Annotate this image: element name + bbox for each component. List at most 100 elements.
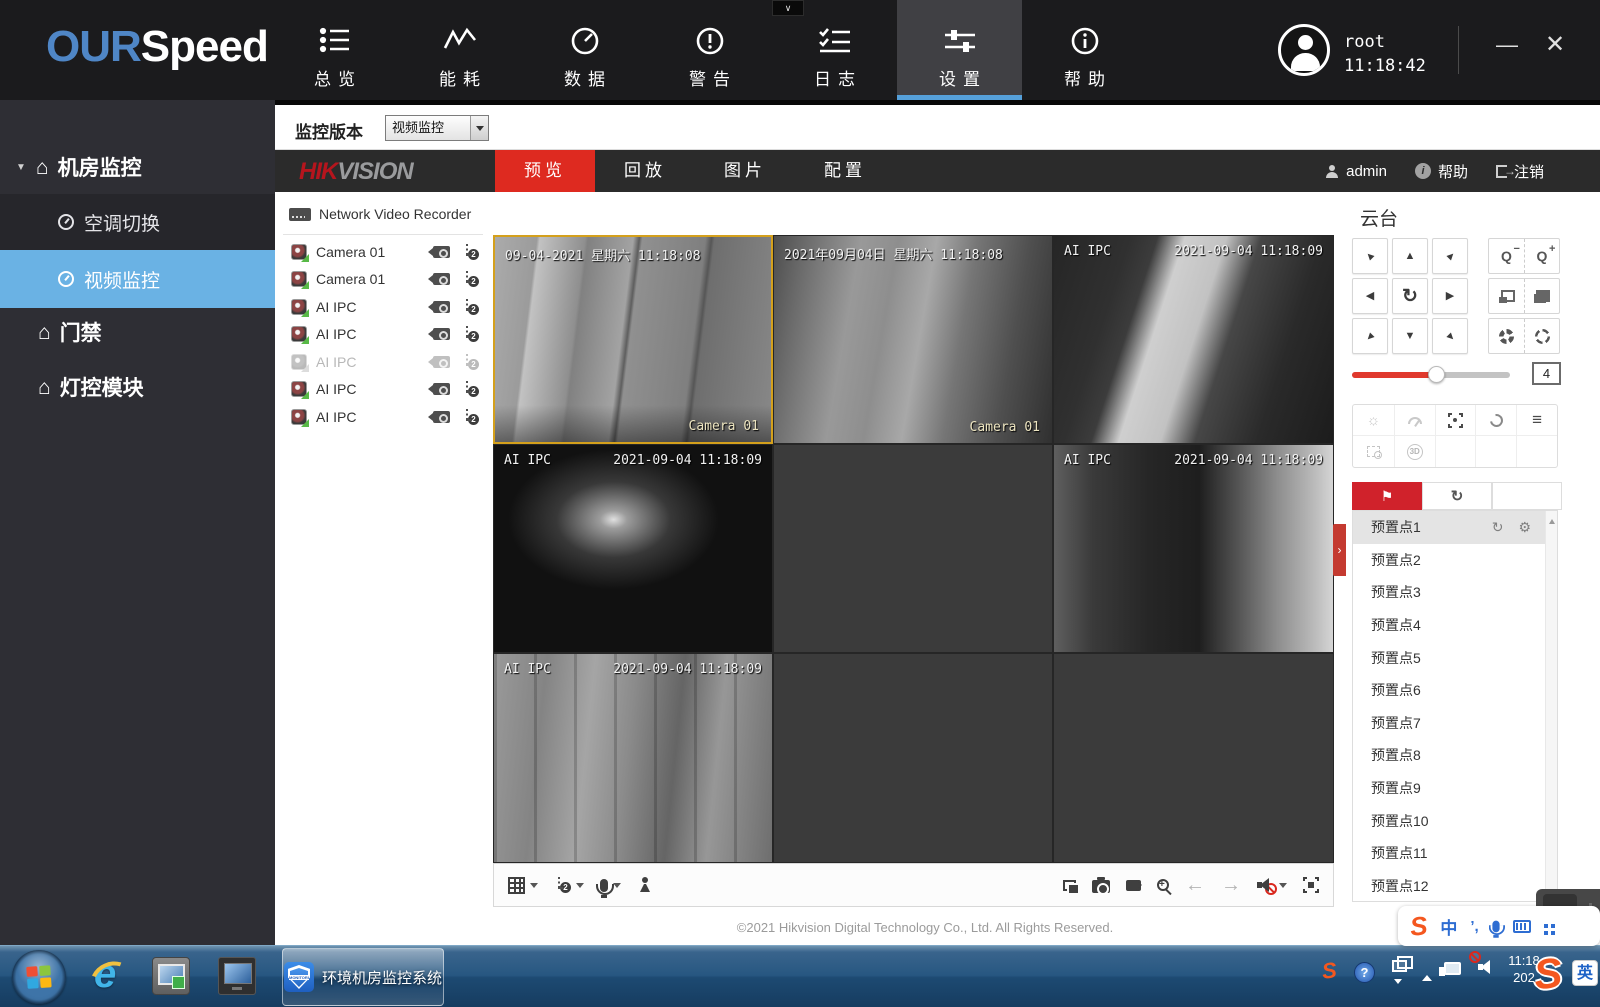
logout-menu-item[interactable]: 注销	[1496, 161, 1544, 182]
iris-close-button[interactable]	[1489, 319, 1524, 353]
sidebar-item-access-control[interactable]: ⌂ 门禁	[0, 310, 275, 354]
stream-type-icon[interactable]: 2	[462, 354, 479, 370]
record-button[interactable]	[1126, 880, 1141, 891]
stream-type-icon[interactable]: 2	[462, 381, 479, 397]
broadcast-button[interactable]	[637, 877, 653, 893]
camera-list-item[interactable]: AI IPC 2	[275, 403, 493, 431]
toolbar-reveal-caret[interactable]: ∨	[772, 0, 804, 16]
video-cell-5-empty[interactable]	[773, 444, 1053, 653]
next-page-button[interactable]: →	[1221, 875, 1241, 895]
dropdown-arrow-icon[interactable]	[613, 883, 621, 892]
tab-presets[interactable]: ⚑	[1352, 482, 1422, 510]
tab-patrol[interactable]: ↻	[1422, 482, 1492, 510]
digital-zoom-button[interactable]	[1157, 879, 1169, 891]
camera-list-item[interactable]: AI IPC 2	[275, 293, 493, 321]
ime-language-toggle[interactable]: 中	[1440, 914, 1457, 939]
sogou-overlay-icon[interactable]: S	[1532, 949, 1565, 1000]
slider-thumb[interactable]	[1428, 366, 1445, 383]
window-restore-tray-icon[interactable]	[1392, 960, 1407, 972]
ptz-up-right-button[interactable]: ▲	[1432, 238, 1468, 274]
sidebar-item-video-monitoring[interactable]: 视频监控	[0, 250, 275, 308]
tab-pattern[interactable]	[1492, 482, 1562, 510]
sogou-logo-icon[interactable]: S	[1409, 912, 1429, 940]
sidebar-item-light-control[interactable]: ⌂ 灯控模块	[0, 365, 275, 409]
video-cell-3[interactable]: AI IPC 2021-09-04 11:18:09	[1053, 235, 1334, 444]
preset-item[interactable]: 预置点9	[1353, 772, 1557, 805]
stream-type-icon[interactable]: 2	[462, 409, 479, 425]
nav-item-energy[interactable]: 能耗	[397, 0, 522, 100]
preset-item[interactable]: 预置点2	[1353, 544, 1557, 577]
tray-dropdown-arrow-icon[interactable]	[1394, 979, 1402, 988]
tab-picture[interactable]: 图片	[695, 150, 795, 192]
ptz-down-left-button[interactable]: ▲	[1352, 318, 1388, 354]
taskbar-app-button[interactable]: MONITORING 环境机房监控系统	[282, 948, 444, 1006]
media-viewer-taskbar-icon[interactable]	[152, 957, 190, 995]
minimize-button[interactable]: —	[1488, 32, 1526, 64]
preset-item[interactable]: 预置点5	[1353, 641, 1557, 674]
ptz-left-button[interactable]: ◀	[1352, 278, 1388, 314]
previous-page-button[interactable]: ←	[1185, 875, 1205, 895]
nav-item-help[interactable]: 帮助	[1022, 0, 1147, 100]
live-view-icon[interactable]	[433, 356, 450, 368]
fullscreen-button[interactable]	[1303, 877, 1319, 893]
video-cell-1-selected[interactable]: 09-04-2021 星期六 11:18:08 Camera 01	[493, 235, 773, 444]
tab-preview[interactable]: 预览	[495, 150, 595, 192]
wiper-button[interactable]	[1394, 405, 1435, 435]
zoom-in-button[interactable]: Q	[1524, 239, 1559, 273]
nav-item-settings[interactable]: 设置	[897, 0, 1022, 100]
preset-item[interactable]: 预置点4	[1353, 609, 1557, 642]
live-view-icon[interactable]	[433, 273, 450, 285]
camera-list-item[interactable]: Camera 01 2	[275, 238, 493, 266]
live-view-icon[interactable]	[433, 383, 450, 395]
ptz-down-right-button[interactable]: ▲	[1432, 318, 1468, 354]
close-button[interactable]: ✕	[1534, 30, 1576, 66]
stream-type-button[interactable]: 2	[554, 877, 584, 893]
focus-near-button[interactable]	[1489, 279, 1524, 313]
remote-desktop-taskbar-icon[interactable]	[218, 957, 256, 995]
video-cell-2[interactable]: 2021年09月04日 星期六 11:18:08 Camera 01	[773, 235, 1053, 444]
sidebar-item-ac-switch[interactable]: 空调切换	[0, 194, 275, 250]
live-view-icon[interactable]	[433, 411, 450, 423]
3d-zoom-button[interactable]	[1394, 436, 1435, 467]
start-button[interactable]	[12, 950, 66, 1004]
video-cell-7[interactable]: AI IPC 2021-09-04 11:18:09	[493, 653, 773, 863]
nav-item-data[interactable]: 数据	[522, 0, 647, 100]
ptz-right-button[interactable]: ▶	[1432, 278, 1468, 314]
nav-item-overview[interactable]: 总览	[272, 0, 397, 100]
focus-far-button[interactable]	[1524, 279, 1559, 313]
user-avatar[interactable]	[1278, 24, 1330, 76]
preset-item[interactable]: 预置点10	[1353, 804, 1557, 837]
ime-english-indicator[interactable]: 英	[1572, 960, 1598, 986]
help-menu-item[interactable]: i 帮助	[1415, 161, 1468, 182]
volume-button[interactable]	[1257, 878, 1287, 892]
preset-item[interactable]: 预置点1 ↻⚙	[1353, 511, 1557, 544]
lens-init-button[interactable]	[1475, 405, 1516, 435]
iris-open-button[interactable]	[1524, 319, 1559, 353]
stream-type-icon[interactable]: 2	[462, 326, 479, 342]
dropdown-arrow-icon[interactable]	[576, 883, 584, 892]
camera-list-item-offline[interactable]: AI IPC 2	[275, 348, 493, 376]
ime-more-grid-icon[interactable]	[1544, 924, 1548, 928]
device-tree-root[interactable]: Network Video Recorder	[289, 206, 471, 222]
ptz-up-button[interactable]: ▲	[1392, 238, 1428, 274]
preset-item[interactable]: 预置点11	[1353, 837, 1557, 870]
preset-item[interactable]: 预置点12	[1353, 870, 1557, 902]
stream-type-icon[interactable]: 2	[462, 244, 479, 260]
ime-microphone-icon[interactable]	[1492, 920, 1499, 932]
preset-item[interactable]: 预置点8	[1353, 739, 1557, 772]
menu-button[interactable]: ≡	[1516, 405, 1557, 435]
ptz-up-left-button[interactable]: ▲	[1352, 238, 1388, 274]
ime-keyboard-icon[interactable]	[1513, 920, 1531, 933]
video-cell-4[interactable]: AI IPC 2021-09-04 11:18:09	[493, 444, 773, 653]
show-hidden-icons-arrow[interactable]	[1422, 970, 1432, 981]
preset-scrollbar[interactable]	[1545, 511, 1557, 901]
preset-item[interactable]: 预置点3	[1353, 576, 1557, 609]
light-button[interactable]: ☼	[1353, 405, 1394, 435]
preset-item[interactable]: 预置点7	[1353, 707, 1557, 740]
zoom-out-button[interactable]: Q	[1489, 239, 1524, 273]
video-cell-9-empty[interactable]	[1053, 653, 1334, 863]
live-view-icon[interactable]	[433, 301, 450, 313]
admin-user[interactable]: admin	[1325, 163, 1387, 180]
video-cell-6[interactable]: AI IPC 2021-09-04 11:18:09	[1053, 444, 1334, 653]
camera-list-item[interactable]: AI IPC 2	[275, 376, 493, 404]
